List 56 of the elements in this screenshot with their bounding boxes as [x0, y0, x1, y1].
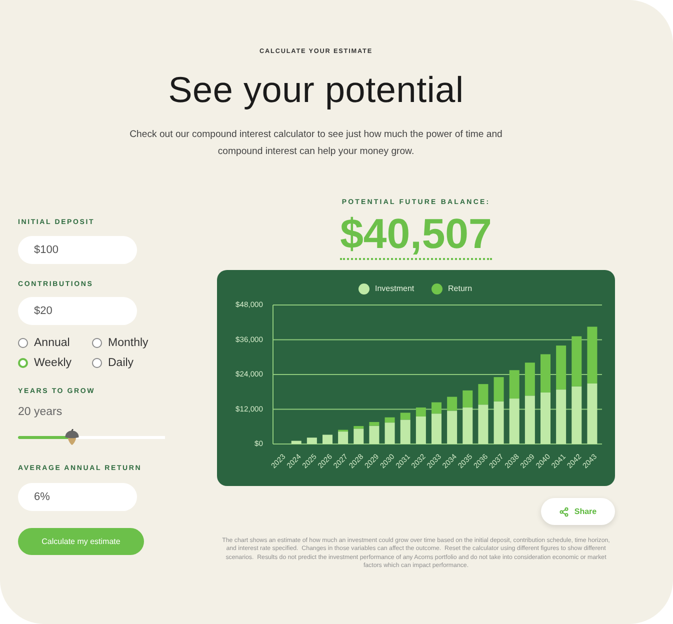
investment-bar	[524, 396, 535, 444]
investment-bar	[291, 440, 302, 444]
investment-bar	[540, 392, 550, 444]
radio-button[interactable]	[18, 358, 28, 368]
investment-bar	[587, 383, 598, 444]
return-bar	[478, 384, 488, 405]
page-title: See your potential	[168, 70, 464, 110]
balance-amount: $40,507	[340, 211, 492, 260]
radio-label[interactable]: Annual	[34, 337, 70, 349]
return-bar	[572, 336, 582, 386]
investment-bar	[572, 386, 582, 444]
investment-bar	[322, 434, 332, 444]
investment-bar	[369, 426, 380, 444]
return-bar	[556, 346, 566, 390]
return-bar	[400, 412, 410, 420]
investment-bar	[306, 438, 317, 444]
radio-button[interactable]	[18, 338, 28, 348]
return-bar	[462, 390, 473, 408]
return-bar	[384, 417, 395, 423]
years-reading: 20 years	[18, 405, 62, 419]
investment-bar	[556, 390, 566, 444]
investment-bar	[462, 408, 473, 444]
legend-label: Return	[448, 284, 472, 294]
return-bar	[416, 408, 426, 416]
share-icon	[559, 506, 570, 516]
radio-label[interactable]: Daily	[108, 357, 134, 369]
return-bar	[509, 370, 520, 399]
return-bar	[354, 426, 364, 429]
investment-bar	[447, 410, 458, 444]
return-bar	[432, 402, 442, 414]
radio-button[interactable]	[92, 358, 102, 368]
investment-bar	[494, 401, 504, 444]
input-field[interactable]: 6%	[18, 483, 137, 511]
radio-label[interactable]: Weekly	[34, 357, 72, 369]
investment-bar	[354, 428, 364, 444]
return-bar	[338, 430, 348, 432]
acorn-icon[interactable]	[64, 429, 80, 445]
input-field[interactable]: $20	[18, 297, 137, 325]
investment-bar	[338, 432, 348, 444]
legend-label: Investment	[375, 284, 414, 294]
investment-bar	[416, 416, 426, 444]
return-bar	[447, 396, 458, 411]
investment-bar	[432, 414, 442, 444]
return-bar	[369, 422, 380, 426]
investment-bar	[384, 422, 395, 444]
return-bar	[587, 326, 598, 384]
input-field[interactable]: $100	[18, 236, 137, 264]
radio-button[interactable]	[92, 338, 102, 348]
return-bar	[540, 354, 550, 392]
return-bar	[494, 377, 504, 402]
return-bar	[524, 362, 535, 396]
radio-label[interactable]: Monthly	[108, 337, 148, 349]
investment-bar	[509, 398, 520, 444]
investment-bar	[400, 420, 410, 444]
intro-text: Check out our compound interest calculator to see just how much the power of time and compound interest can help your money grow.	[128, 128, 504, 159]
investment-bar	[478, 404, 488, 444]
